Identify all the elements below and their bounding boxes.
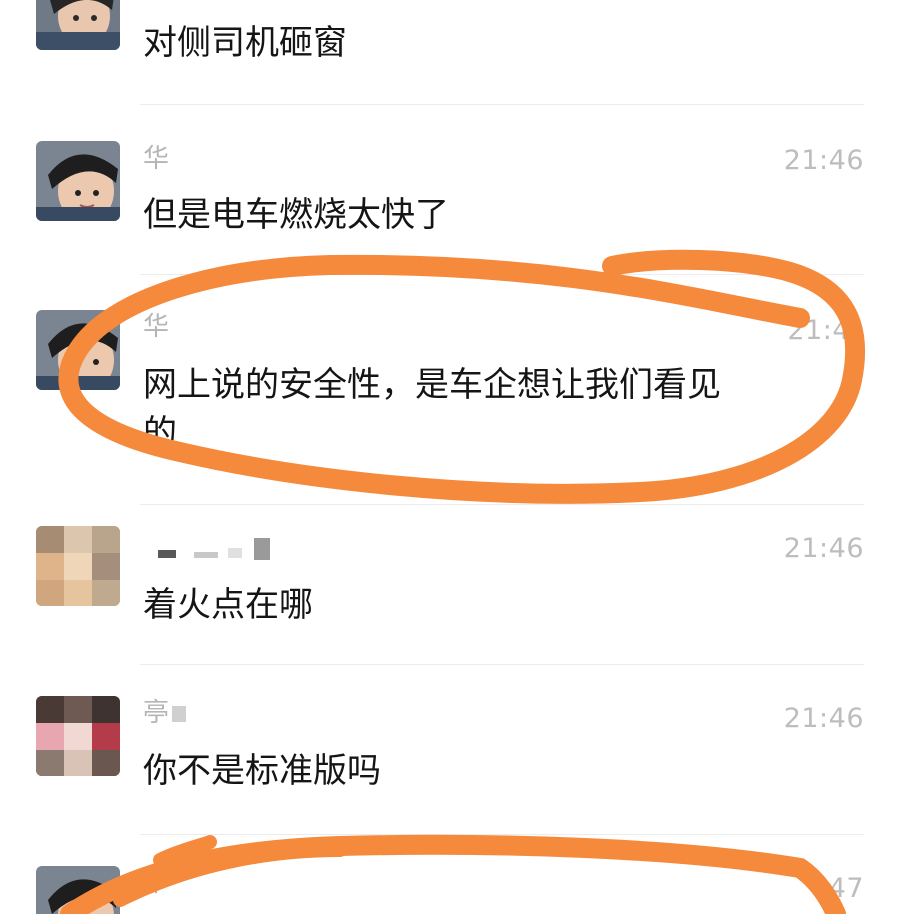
- sender-name: 亭: [143, 698, 170, 728]
- chat-message[interactable]: 亭 21:46 你不是标准版吗: [0, 664, 900, 834]
- sender-name: 华: [143, 868, 170, 898]
- chat-message[interactable]: 华 21:46 但是电车燃烧太快了: [0, 104, 900, 274]
- avatar[interactable]: [36, 866, 120, 914]
- chat-message[interactable]: 华 :47: [0, 834, 900, 914]
- message-time: 21:46: [783, 533, 864, 564]
- avatar[interactable]: [36, 141, 120, 221]
- blurred-sender-name: [158, 538, 270, 560]
- message-time: 21:46: [783, 703, 864, 734]
- avatar[interactable]: [36, 696, 120, 776]
- message-text-continued: 的: [143, 413, 177, 453]
- message-text: 网上说的安全性，是车企想让我们看见: [143, 365, 721, 405]
- avatar[interactable]: [36, 0, 120, 50]
- message-text: 你不是标准版吗: [143, 751, 381, 791]
- message-text: 对侧司机砸窗: [143, 23, 347, 63]
- blurred-sender-name: [172, 706, 186, 722]
- avatar[interactable]: [36, 310, 120, 390]
- message-time: :47: [819, 873, 864, 904]
- chat-message[interactable]: 21:46 着火点在哪: [0, 504, 900, 664]
- message-time: 21:46: [783, 145, 864, 176]
- chat-message[interactable]: 对侧司机砸窗: [0, 0, 900, 104]
- message-text: 但是电车燃烧太快了: [143, 195, 449, 235]
- chat-message-list: 对侧司机砸窗 华 21:46 但是电车燃烧太快了 华 21:4 网上说的安全性，…: [0, 0, 900, 914]
- sender-name: 华: [143, 144, 170, 174]
- chat-message[interactable]: 华 21:4 网上说的安全性，是车企想让我们看见 的: [0, 274, 900, 504]
- sender-name: 华: [143, 312, 170, 342]
- avatar[interactable]: [36, 526, 120, 606]
- message-time: 21:4: [787, 315, 850, 346]
- message-text: 着火点在哪: [143, 585, 313, 625]
